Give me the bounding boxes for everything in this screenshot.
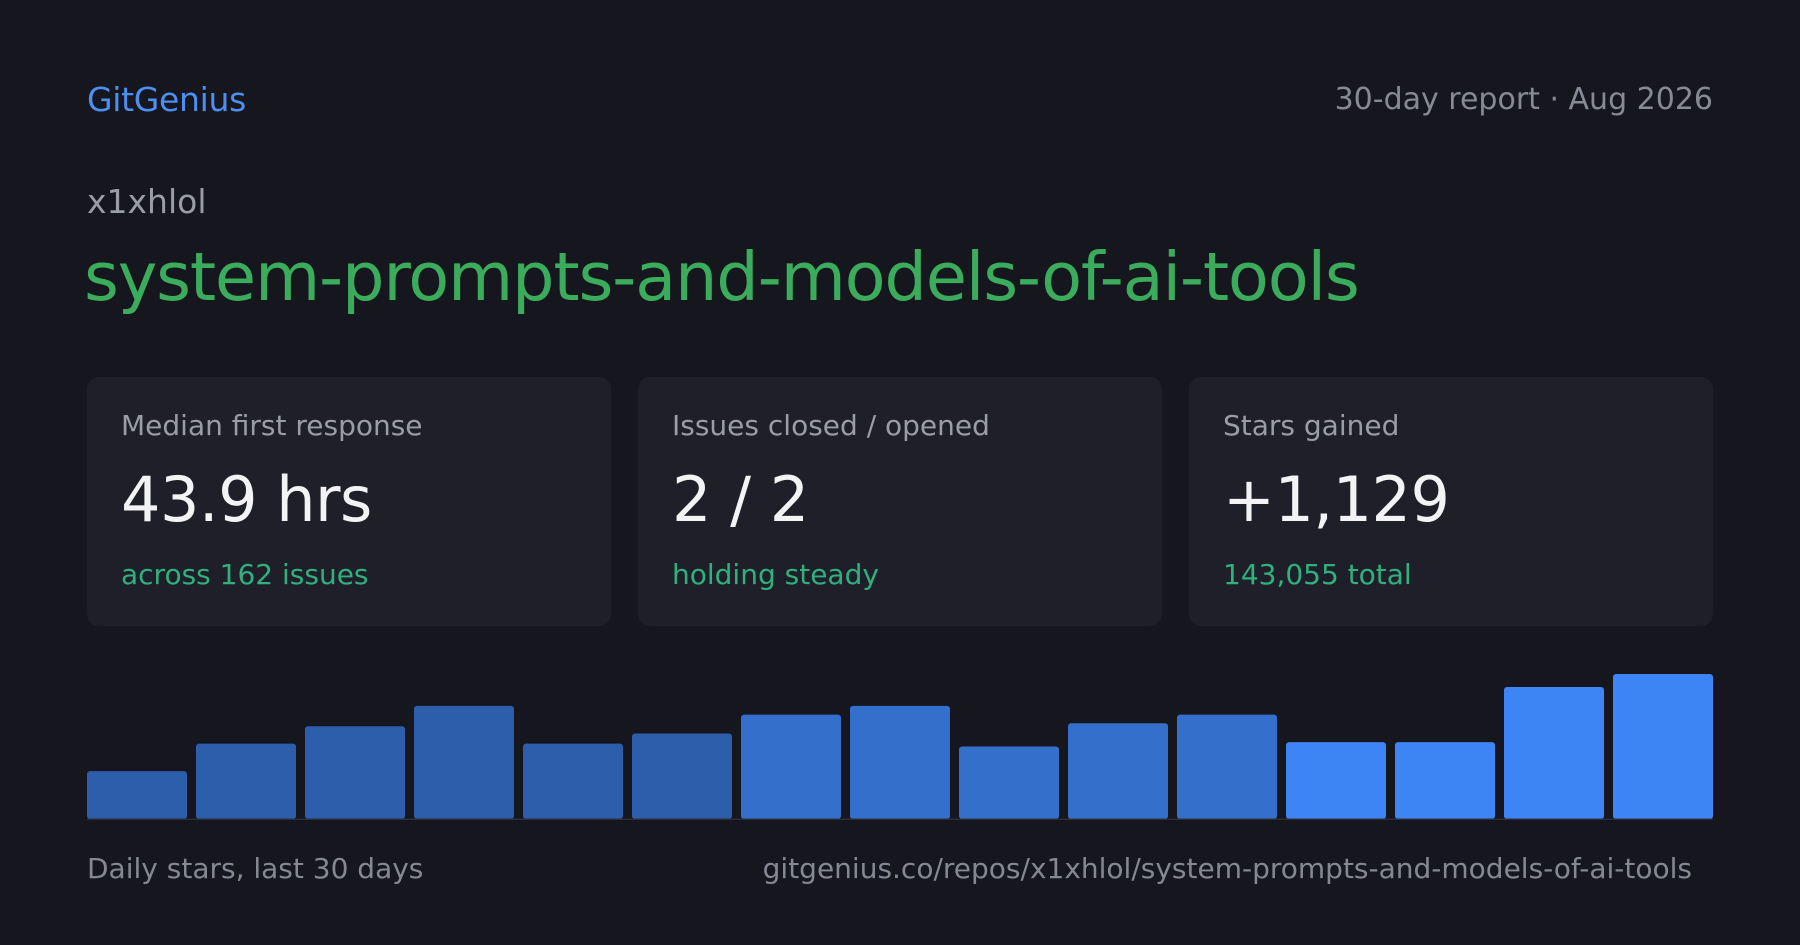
chart-caption: Daily stars, last 30 days bbox=[87, 852, 424, 885]
chart-bar-6 bbox=[632, 733, 732, 819]
chart-bar-1 bbox=[87, 771, 187, 819]
stat-label: Median first response bbox=[121, 409, 423, 442]
chart-bar-5 bbox=[523, 743, 623, 819]
stat-note: across 162 issues bbox=[121, 558, 369, 592]
repo-owner[interactable]: x1xhlol bbox=[87, 182, 207, 221]
daily-stars-chart bbox=[87, 660, 1713, 820]
stat-label: Stars gained bbox=[1223, 409, 1400, 442]
chart-bar-13 bbox=[1395, 742, 1495, 819]
chart-bar-9 bbox=[959, 746, 1059, 819]
chart-bar-14 bbox=[1504, 687, 1604, 819]
chart-bar-4 bbox=[414, 705, 514, 819]
chart-bar-8 bbox=[850, 705, 950, 819]
brand-logo-text[interactable]: GitGenius bbox=[87, 80, 246, 119]
stat-label: Issues closed / opened bbox=[672, 409, 990, 442]
chart-bar-11 bbox=[1177, 714, 1277, 819]
stat-card-first-response: Median first response 43.9 hrs across 16… bbox=[87, 377, 611, 626]
stat-note: 143,055 total bbox=[1223, 558, 1412, 592]
chart-bar-2 bbox=[196, 743, 296, 819]
stats-cards: Median first response 43.9 hrs across 16… bbox=[87, 377, 1713, 626]
report-period: 30-day report · Aug 2026 bbox=[1334, 82, 1713, 117]
repo-url-link[interactable]: gitgenius.co/repos/x1xhlol/system-prompt… bbox=[763, 852, 1692, 885]
stat-value: 2 / 2 bbox=[672, 463, 809, 536]
stat-value: 43.9 hrs bbox=[121, 463, 372, 536]
stat-card-issues: Issues closed / opened 2 / 2 holding ste… bbox=[638, 377, 1162, 626]
stat-value: +1,129 bbox=[1223, 463, 1450, 536]
stat-note: holding steady bbox=[672, 558, 879, 592]
chart-bar-12 bbox=[1286, 742, 1386, 819]
daily-stars-bars bbox=[87, 674, 1713, 820]
chart-bar-10 bbox=[1068, 723, 1168, 819]
repo-name[interactable]: system-prompts-and-models-of-ai-tools bbox=[84, 238, 1360, 316]
chart-bar-15 bbox=[1613, 674, 1713, 819]
report-card: GitGenius 30-day report · Aug 2026 x1xhl… bbox=[0, 0, 1800, 945]
chart-bar-3 bbox=[305, 726, 405, 819]
stat-card-stars: Stars gained +1,129 143,055 total bbox=[1189, 377, 1713, 626]
chart-bar-7 bbox=[741, 714, 841, 819]
